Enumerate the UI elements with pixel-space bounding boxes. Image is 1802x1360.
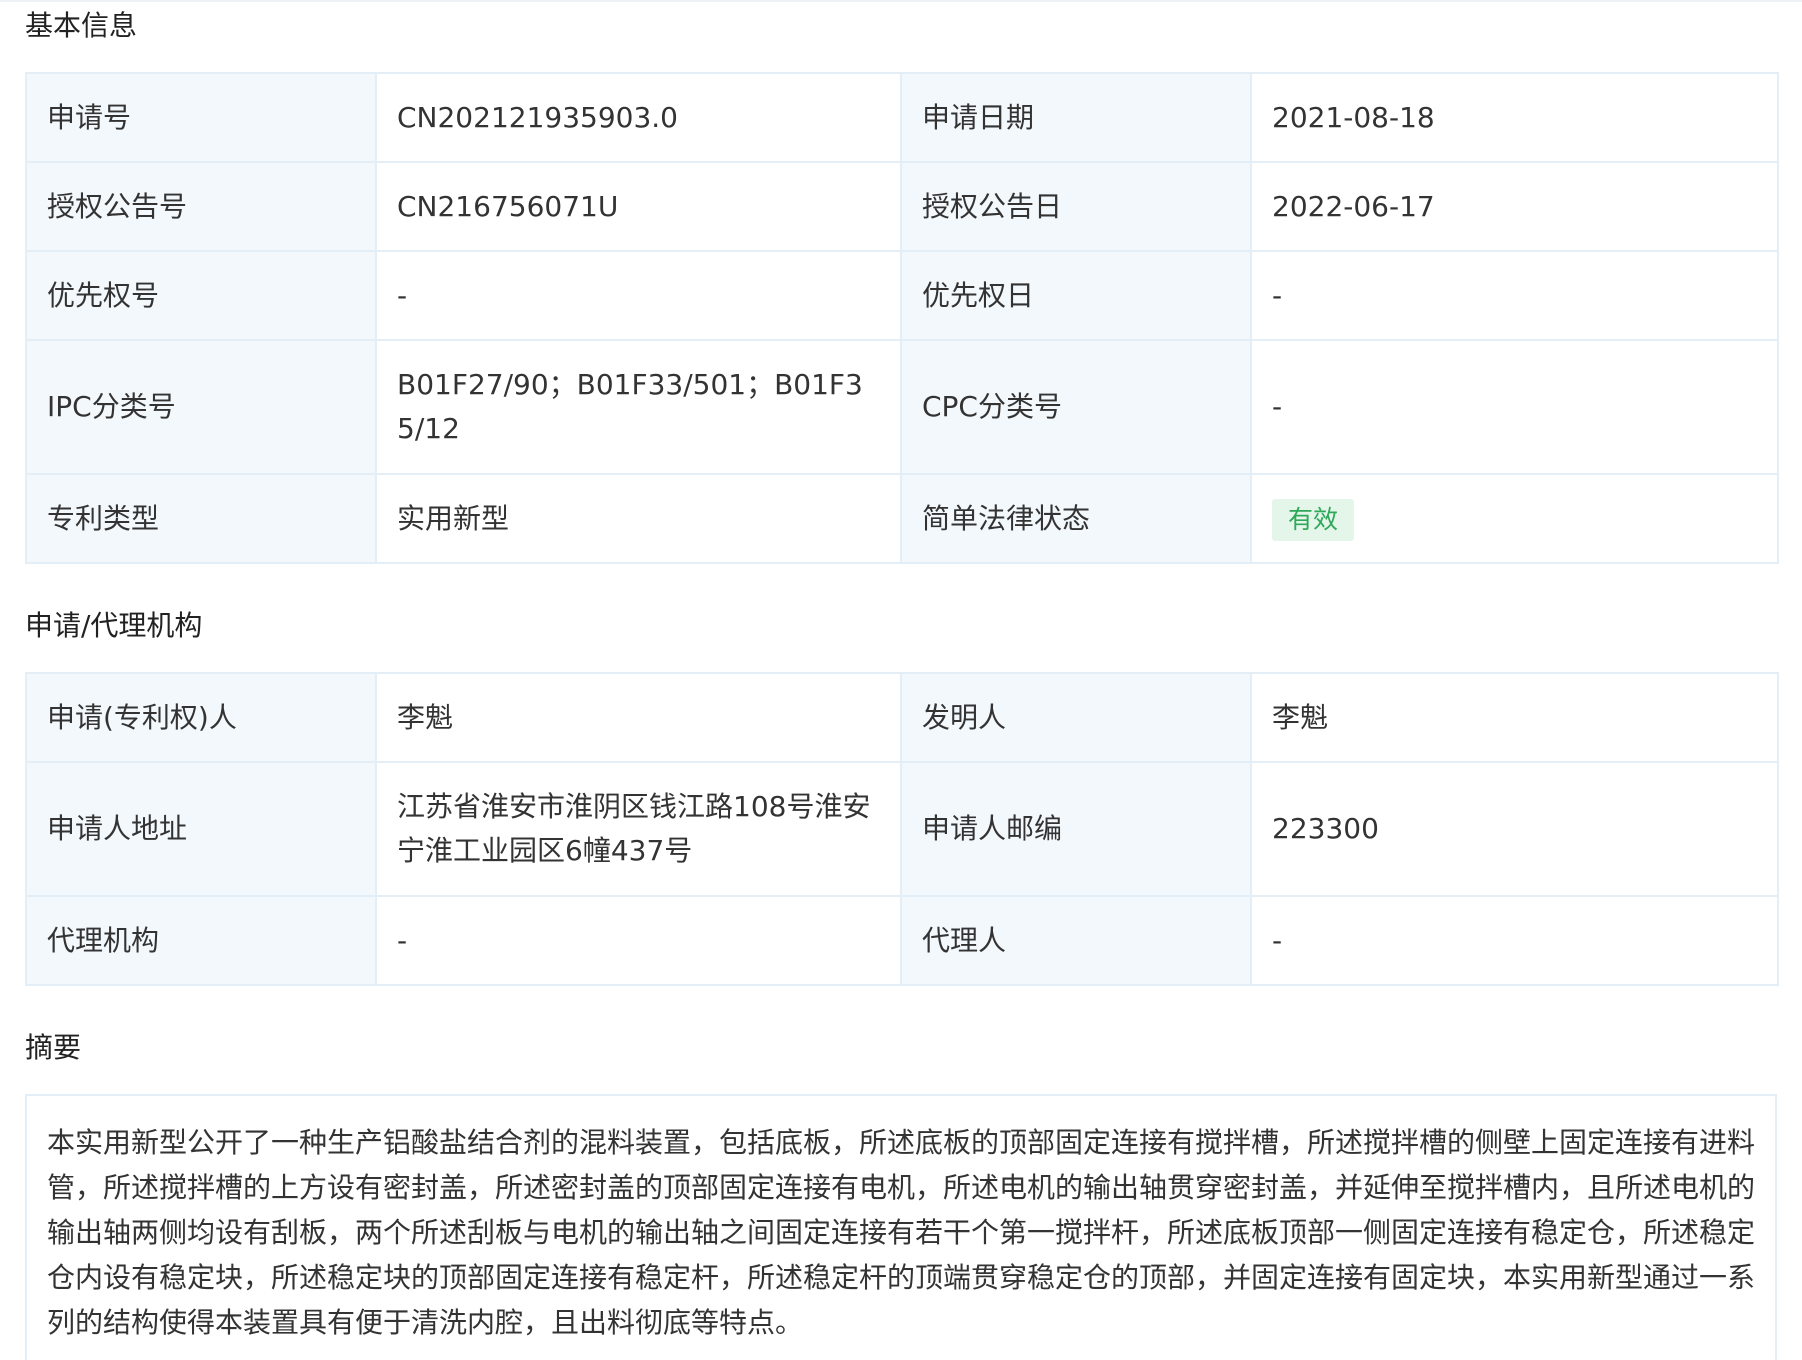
field-value-application-date: 2021-08-18 <box>1250 72 1779 163</box>
field-label-agent: 代理人 <box>900 895 1252 986</box>
field-label-grant-number: 授权公告号 <box>25 161 377 252</box>
table-row: 优先权号 - 优先权日 - <box>25 250 1779 341</box>
table-row: 申请人地址 江苏省淮安市淮阴区钱江路108号淮安宁淮工业园区6幢437号 申请人… <box>25 761 1779 897</box>
field-value-agent: - <box>1250 895 1779 986</box>
abstract-text: 本实用新型公开了一种生产铝酸盐结合剂的混料装置，包括底板，所述底板的顶部固定连接… <box>47 1126 1756 1339</box>
table-row: 授权公告号 CN216756071U 授权公告日 2022-06-17 <box>25 161 1779 252</box>
field-value-application-number: CN202121935903.0 <box>375 72 902 163</box>
field-value-patent-type: 实用新型 <box>375 473 902 564</box>
field-label-agency: 代理机构 <box>25 895 377 986</box>
section-title-agency: 申请/代理机构 <box>25 609 203 642</box>
field-value-priority-number: - <box>375 250 902 341</box>
field-value-grant-number: CN216756071U <box>375 161 902 252</box>
field-label-patent-type: 专利类型 <box>25 473 377 564</box>
section-title-abstract: 摘要 <box>25 1031 82 1064</box>
field-value-applicant-address: 江苏省淮安市淮阴区钱江路108号淮安宁淮工业园区6幢437号 <box>375 761 902 897</box>
field-label-application-number: 申请号 <box>25 72 377 163</box>
field-value-ipc: B01F27/90；B01F33/501；B01F35/12 <box>375 339 902 475</box>
top-divider <box>0 0 1802 2</box>
field-value-legal-status: 有效 <box>1250 473 1779 564</box>
field-label-grant-date: 授权公告日 <box>900 161 1252 252</box>
field-label-priority-date: 优先权日 <box>900 250 1252 341</box>
table-row: 专利类型 实用新型 简单法律状态 有效 <box>25 473 1779 564</box>
field-label-cpc: CPC分类号 <box>900 339 1252 475</box>
field-value-applicant: 李魁 <box>375 672 902 763</box>
abstract-box: 本实用新型公开了一种生产铝酸盐结合剂的混料装置，包括底板，所述底板的顶部固定连接… <box>25 1094 1777 1360</box>
table-row: 代理机构 - 代理人 - <box>25 895 1779 986</box>
field-label-postal-code: 申请人邮编 <box>900 761 1252 897</box>
field-label-applicant: 申请(专利权)人 <box>25 672 377 763</box>
field-label-applicant-address: 申请人地址 <box>25 761 377 897</box>
table-row: IPC分类号 B01F27/90；B01F33/501；B01F35/12 CP… <box>25 339 1779 475</box>
agency-table: 申请(专利权)人 李魁 发明人 李魁 申请人地址 江苏省淮安市淮阴区钱江路108… <box>25 672 1779 986</box>
field-value-cpc: - <box>1250 339 1779 475</box>
basic-info-table: 申请号 CN202121935903.0 申请日期 2021-08-18 授权公… <box>25 72 1779 564</box>
status-badge: 有效 <box>1272 498 1355 541</box>
table-row: 申请号 CN202121935903.0 申请日期 2021-08-18 <box>25 72 1779 163</box>
section-title-basic-info: 基本信息 <box>25 9 138 42</box>
field-label-inventor: 发明人 <box>900 672 1252 763</box>
field-value-postal-code: 223300 <box>1250 761 1779 897</box>
field-label-legal-status: 简单法律状态 <box>900 473 1252 564</box>
table-row: 申请(专利权)人 李魁 发明人 李魁 <box>25 672 1779 763</box>
field-label-priority-number: 优先权号 <box>25 250 377 341</box>
field-value-agency: - <box>375 895 902 986</box>
field-value-priority-date: - <box>1250 250 1779 341</box>
field-label-ipc: IPC分类号 <box>25 339 377 475</box>
field-value-grant-date: 2022-06-17 <box>1250 161 1779 252</box>
field-value-inventor: 李魁 <box>1250 672 1779 763</box>
field-label-application-date: 申请日期 <box>900 72 1252 163</box>
